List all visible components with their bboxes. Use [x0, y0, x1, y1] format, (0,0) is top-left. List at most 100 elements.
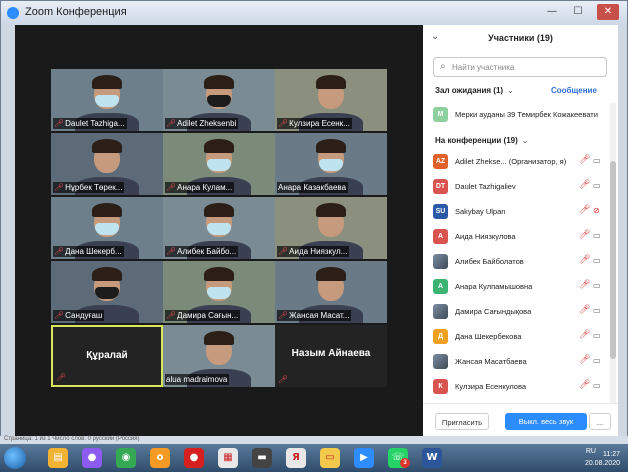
mic-muted-icon[interactable]: 🎤︎	[579, 380, 590, 390]
camera-icon[interactable]: ▭	[593, 331, 601, 340]
alice-icon[interactable]: ●	[82, 448, 102, 468]
participant-display-name: Назым Айнаева	[291, 348, 371, 359]
search-input[interactable]	[452, 60, 602, 74]
camera-icon[interactable]: ▭	[593, 356, 601, 365]
mute-all-button[interactable]: Выкл. весь звук	[505, 413, 587, 430]
yandex-icon[interactable]: Я	[286, 448, 306, 468]
chevron-down-icon: ⌄	[507, 86, 514, 95]
mic-muted-icon[interactable]: 🎤︎	[579, 180, 590, 190]
mic-muted-icon: 🎤︎	[278, 311, 289, 320]
invite-button[interactable]: Пригласить	[435, 413, 489, 430]
mic-muted-icon[interactable]: 🎤︎	[579, 330, 590, 340]
clock[interactable]: 11:27 20.08.2020	[585, 450, 620, 468]
title-bar[interactable]: Zoom Конференция — ☐ ✕	[1, 1, 627, 25]
message-link[interactable]: Сообщение	[551, 86, 597, 95]
scrollbar-thumb[interactable]	[610, 161, 616, 359]
minimize-button[interactable]: —	[541, 4, 563, 20]
more-button[interactable]: ...	[589, 413, 611, 430]
participant-row[interactable]: Д Дана Шекербекова 🎤︎ ▭	[431, 327, 609, 347]
search-box[interactable]: ⌕	[433, 57, 607, 77]
explorer-icon[interactable]: ▤	[48, 448, 68, 468]
camera-icon[interactable]: ▭	[593, 281, 601, 290]
video-tile[interactable]: Құралай 🎤︎	[51, 325, 163, 387]
video-tile[interactable]: 🎤︎Дамира Сағын...	[163, 261, 275, 323]
participant-name: Алибек Байболатов	[455, 257, 524, 266]
zoom-icon[interactable]: ▶	[354, 448, 374, 468]
waiting-participant[interactable]: М Мерки ауданы 39 Темирбек Кожакеевати	[431, 105, 609, 125]
video-tile[interactable]: Назым Айнаева 🎤︎	[275, 325, 387, 387]
word-icon[interactable]: W	[422, 448, 442, 468]
camera-icon[interactable]: ▭	[593, 181, 601, 190]
person-hair	[92, 139, 122, 153]
participant-row[interactable]: А Анара Кулпамышовна 🎤︎ ▭	[431, 277, 609, 297]
start-button[interactable]	[4, 447, 26, 469]
mic-muted-icon[interactable]: 🎤︎	[579, 280, 590, 290]
participant-row[interactable]: Алибек Байболатов 🎤︎ ▭	[431, 252, 609, 272]
video-tile[interactable]: 🎤︎Daulet Tazhiga...	[51, 69, 163, 131]
video-tile[interactable]: 🎤︎Сандуғаш	[51, 261, 163, 323]
face-mask	[207, 159, 231, 171]
name-label: 🎤︎Аида Ниязкул...	[277, 246, 350, 257]
panel-title: Участники (19)	[488, 33, 553, 43]
camera-icon[interactable]: ▭	[593, 156, 601, 165]
participant-name: Аида Ниязкул...	[289, 247, 348, 256]
mic-muted-icon[interactable]: 🎤︎	[579, 305, 590, 315]
odnoklassniki-icon[interactable]: о	[150, 448, 170, 468]
mic-muted-icon[interactable]: 🎤︎	[579, 355, 590, 365]
participant-display-name: Құралай	[86, 350, 128, 361]
mic-muted-icon: 🎤︎	[278, 247, 289, 256]
avatar	[433, 304, 448, 319]
participant-name: Анара Кулпамышовна	[455, 282, 533, 291]
camera-off-icon[interactable]: ⊘	[593, 206, 600, 215]
mic-muted-icon[interactable]: 🎤︎	[579, 155, 590, 165]
video-tile[interactable]: Анара Казакбаева	[275, 133, 387, 195]
search-icon: ⌕	[440, 61, 446, 72]
waiting-room-header[interactable]: Зал ожидания (1) ⌄	[435, 86, 514, 95]
video-tile[interactable]: alua madraimova	[163, 325, 275, 387]
person-hair	[204, 331, 234, 345]
clock-time: 11:27	[603, 451, 620, 458]
video-tile[interactable]: 🎤︎Кулзира Есенк...	[275, 69, 387, 131]
mic-muted-icon[interactable]: 🎤︎	[579, 230, 590, 240]
participant-row[interactable]: AZ Adilet Zhekse... (Организатор, я) 🎤︎ ▭	[431, 152, 609, 172]
participant-name: Sakybay Ulpan	[455, 207, 506, 216]
chrome-icon[interactable]: ◉	[116, 448, 136, 468]
video-tile[interactable]: 🎤︎Алибек Байбо...	[163, 197, 275, 259]
participant-row[interactable]: SU Sakybay Ulpan 🎤︎ ⊘	[431, 202, 609, 222]
mic-muted-icon: 🎤︎	[54, 311, 65, 320]
video-tile[interactable]: 🎤︎Анара Кулам...	[163, 133, 275, 195]
scrollbar[interactable]	[610, 103, 616, 423]
mic-muted-icon: 🎤︎	[56, 373, 67, 382]
mic-muted-icon[interactable]: 🎤︎	[579, 255, 590, 265]
folder-icon[interactable]: ▭	[320, 448, 340, 468]
participant-row[interactable]: Жансая Масатбаева 🎤︎ ▭	[431, 352, 609, 372]
participant-row[interactable]: К Кулзира Есенкулова 🎤︎ ▭	[431, 377, 609, 397]
participant-name: Жансая Масатбаева	[455, 357, 527, 366]
name-label: 🎤︎Нұрбек Төрек...	[53, 182, 125, 193]
camera-icon[interactable]: ▭	[593, 256, 601, 265]
maximize-button[interactable]: ☐	[567, 4, 589, 20]
name-label: 🎤︎	[55, 372, 69, 383]
person-hair	[316, 139, 346, 153]
video-tile[interactable]: 🎤︎Adilet Zheksenbi	[163, 69, 275, 131]
camera-icon[interactable]: ▭	[593, 231, 601, 240]
person-hair	[92, 267, 122, 281]
mic-muted-icon[interactable]: 🎤︎	[579, 205, 590, 215]
camera-icon[interactable]: ▭	[593, 306, 601, 315]
video-tile[interactable]: 🎤︎Аида Ниязкул...	[275, 197, 387, 259]
conference-header[interactable]: На конференции (19) ⌄	[435, 136, 528, 145]
video-tile[interactable]: 🎤︎Нұрбек Төрек...	[51, 133, 163, 195]
name-label: 🎤︎Дана Шекерб...	[53, 246, 124, 257]
participant-row[interactable]: А Аида Ниязкулова 🎤︎ ▭	[431, 227, 609, 247]
media-icon[interactable]: ▬	[252, 448, 272, 468]
video-tile[interactable]: 🎤︎Дана Шекерб...	[51, 197, 163, 259]
participant-row[interactable]: DT Daulet Tazhigaliev 🎤︎ ▭	[431, 177, 609, 197]
participant-name: Дамира Сағын...	[177, 311, 239, 320]
close-button[interactable]: ✕	[597, 4, 619, 20]
calculator-icon[interactable]: ▦	[218, 448, 238, 468]
video-tile[interactable]: 🎤︎Жансая Масат...	[275, 261, 387, 323]
avatar: Д	[433, 329, 448, 344]
participant-row[interactable]: Дамира Сағындықова 🎤︎ ▭	[431, 302, 609, 322]
record-icon[interactable]: ●	[184, 448, 204, 468]
camera-icon[interactable]: ▭	[593, 381, 601, 390]
